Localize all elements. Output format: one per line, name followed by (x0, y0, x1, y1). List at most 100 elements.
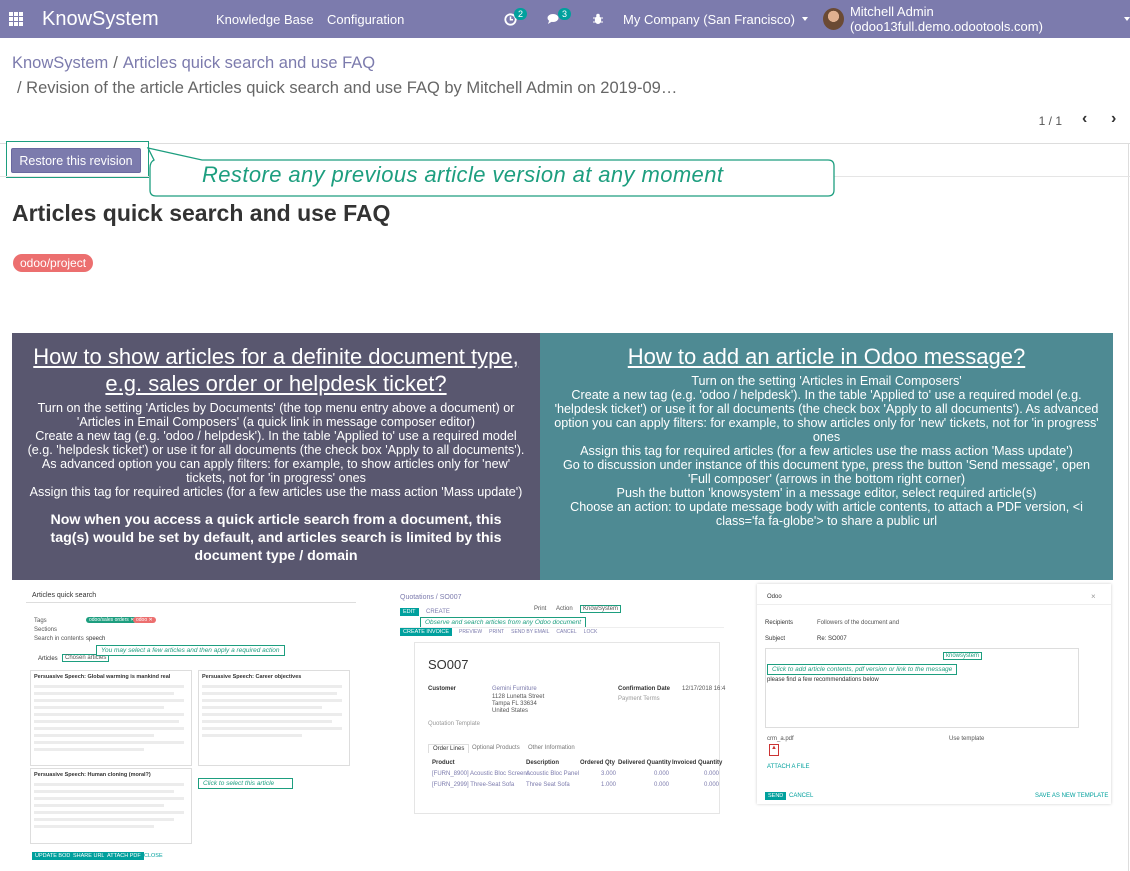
field-label: Confirmation Date (618, 686, 671, 692)
info-panel-documents: How to show articles for a definite docu… (12, 333, 540, 580)
messages-count-badge: 3 (558, 8, 572, 20)
company-name: My Company (San Francisco) (623, 11, 795, 27)
knowsystem-menu[interactable]: KnowSystem (580, 605, 622, 613)
menu-configuration[interactable]: Configuration (327, 12, 404, 27)
field-label: Subject (765, 636, 786, 642)
create-button[interactable]: CREATE (426, 609, 450, 615)
order-number: SO007 (428, 657, 469, 672)
tab-other-information[interactable]: Other Information (528, 745, 575, 751)
panel-text: Assign this tag for required articles (f… (580, 444, 1073, 458)
customer-link[interactable]: Gemini Furniture (492, 686, 537, 692)
screenshot-sales-order: Quotations / SO007 Print Action KnowSyst… (396, 584, 728, 814)
table-cell: 3.000 (601, 771, 617, 777)
tab-order-lines[interactable]: Order Lines (428, 744, 470, 753)
menu-knowledge-base[interactable]: Knowledge Base (216, 12, 314, 27)
table-cell: 0.000 (704, 771, 720, 777)
panel-text: Create a new tag (e.g. 'odoo / helpdesk'… (27, 429, 525, 457)
panel-heading: How to show articles for a definite docu… (33, 344, 519, 396)
article-card[interactable]: Persuasive Speech: Global warming is man… (30, 670, 192, 766)
chevron-down-icon (801, 17, 808, 21)
knowsystem-button[interactable]: knowsystem (943, 652, 983, 660)
activity-button[interactable]: 2 (504, 0, 530, 38)
field-label: Sections (34, 627, 58, 633)
pager-value[interactable]: 1 / 1 (1039, 114, 1062, 128)
table-cell[interactable]: [FURN_2999] Three-Seat Sofa (432, 782, 514, 788)
create-invoice-button[interactable]: CREATE INVOICE (400, 628, 453, 636)
template-select[interactable]: Use template (949, 736, 984, 742)
column-header: Invoiced Quantity (672, 760, 723, 766)
address-line: 1128 Lunetta Street (492, 694, 545, 700)
panel-text: Go to discussion under instance of this … (562, 458, 1091, 486)
cancel-button[interactable]: CANCEL (556, 629, 576, 635)
field-label: Recipients (765, 620, 794, 626)
divider (26, 602, 356, 603)
edit-button[interactable]: EDIT (400, 608, 419, 616)
tag-chip: odoo/sales orders ✕ (86, 617, 138, 623)
send-button[interactable]: SEND (765, 792, 787, 800)
panel-text: Choose an action: to update message body… (570, 500, 1083, 528)
bug-icon (593, 13, 603, 24)
table-cell: 1.000 (601, 782, 617, 788)
callout-text: Restore any previous article version at … (202, 162, 724, 187)
callout-note: Click to select this article (198, 778, 293, 789)
confirmation-date: 12/17/2018 16:4 (682, 686, 726, 692)
breadcrumb-article[interactable]: Articles quick search and use FAQ (123, 54, 375, 72)
breadcrumb-current: / Revision of the article Articles quick… (17, 79, 678, 97)
column-header: Product (432, 760, 455, 766)
breadcrumb-root[interactable]: KnowSystem (12, 54, 108, 72)
divider (757, 604, 1111, 605)
lock-button[interactable]: LOCK (584, 629, 598, 635)
message-editor[interactable] (765, 648, 1079, 728)
print-menu[interactable]: Print (534, 606, 546, 612)
article-card[interactable]: Persuasive Speech: Human cloning (moral?… (30, 768, 192, 844)
status-toolbar: CREATE INVOICE PREVIEW PRINT SEND BY EMA… (400, 627, 724, 636)
panel-text: Assign this tag for required articles (f… (29, 485, 523, 499)
screenshot-mail-composer: Odoo × Recipients Followers of the docum… (757, 584, 1111, 804)
print-button[interactable]: PRINT (489, 629, 504, 635)
pager-previous-icon[interactable]: ‹ (1082, 110, 1087, 128)
cancel-button[interactable]: CANCEL (789, 793, 813, 799)
share-url-button[interactable]: SHARE URL (70, 852, 108, 860)
field-label: Payment Terms (618, 696, 660, 702)
composer-title: Odoo (767, 594, 782, 600)
tag-chip: odoo ✕ (133, 617, 156, 623)
messages-button[interactable]: 3 (547, 0, 574, 38)
tag-badge[interactable]: odoo/project (13, 254, 94, 272)
tab-articles[interactable]: Articles (38, 656, 58, 662)
close-icon[interactable]: × (1091, 592, 1096, 601)
close-button[interactable]: CLOSE (144, 853, 163, 859)
article-title: Articles quick search and use FAQ (12, 200, 391, 226)
message-body: please find a few recommendations below (767, 677, 879, 683)
breadcrumb: KnowSystem / Articles quick search and use… (12, 54, 375, 73)
apps-menu-icon[interactable] (9, 12, 23, 26)
panel-emphasis: Now when you access a quick article sear… (50, 512, 502, 564)
pager-next-icon[interactable]: › (1111, 110, 1116, 128)
send-email-button[interactable]: SEND BY EMAIL (511, 629, 549, 635)
search-input[interactable]: speech (86, 636, 105, 642)
app-brand[interactable]: KnowSystem (42, 8, 159, 31)
debug-button[interactable] (592, 0, 604, 38)
subject-input[interactable]: Re: SO007 (817, 636, 847, 642)
address-line: Tampa FL 33634 (492, 701, 537, 707)
user-menu[interactable]: Mitchell Admin (odoo13full.demo.odootool… (823, 0, 1130, 38)
panel-text: Push the button 'knowsystem' in a messag… (616, 486, 1037, 500)
attach-file-button[interactable]: ATTACH A FILE (767, 764, 809, 770)
company-switcher[interactable]: My Company (San Francisco) (623, 0, 808, 38)
table-cell[interactable]: [FURN_8900] Acoustic Bloc Screens (432, 771, 530, 777)
user-name: Mitchell Admin (odoo13full.demo.odootool… (849, 4, 1043, 34)
restore-revision-button[interactable]: Restore this revision (11, 148, 141, 173)
field-label: Customer (428, 686, 457, 692)
card-title: Persuasive Speech: Global warming is man… (34, 674, 171, 680)
action-menu[interactable]: Action (556, 606, 573, 612)
breadcrumb-separator: / (113, 54, 118, 72)
column-header: Description (526, 760, 560, 766)
attach-pdf-button[interactable]: ATTACH PDF (104, 852, 144, 860)
save-template-button[interactable]: SAVE AS NEW TEMPLATE (1035, 793, 1108, 799)
article-card[interactable]: Persuasive Speech: Career objectives (198, 670, 350, 766)
preview-button[interactable]: PREVIEW (459, 629, 482, 635)
panel-text: Turn on the setting 'Articles by Documen… (37, 401, 515, 429)
card-title: Persuasive Speech: Career objectives (202, 674, 302, 680)
activity-count-badge: 2 (514, 8, 528, 20)
pdf-file-icon[interactable]: ▲ (769, 744, 779, 756)
tab-optional-products[interactable]: Optional Products (472, 745, 520, 751)
